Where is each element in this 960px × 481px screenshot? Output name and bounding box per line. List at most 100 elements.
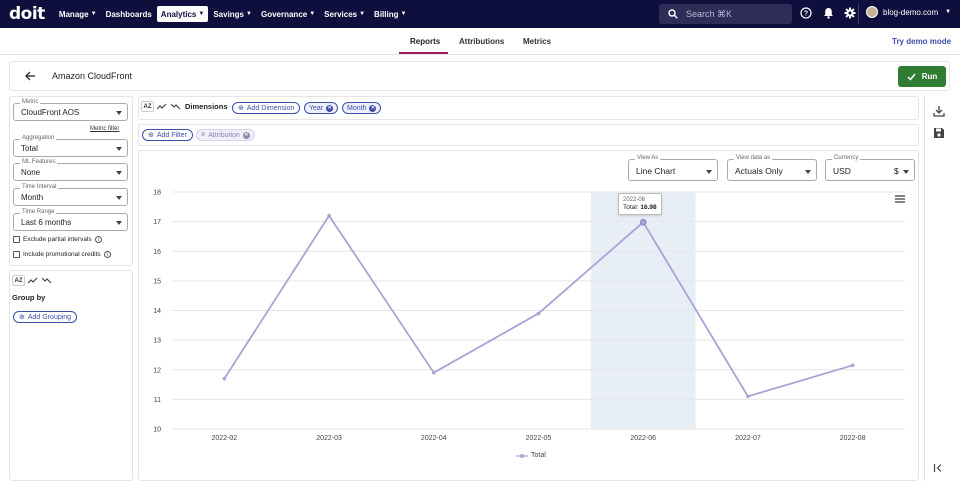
info-icon[interactable]: i: [94, 236, 102, 243]
trend-up-icon[interactable]: [26, 275, 39, 286]
account-menu[interactable]: blog-demo.com ▼: [866, 6, 951, 18]
exclude-partial-intervals-checkbox[interactable]: Exclude partial intervals i: [13, 236, 102, 243]
nav-dashboards[interactable]: Dashboards: [102, 6, 156, 22]
checkbox-box[interactable]: [13, 236, 20, 243]
y-tick-label: 10: [153, 427, 161, 434]
chip-label: Year: [309, 104, 324, 112]
run-button[interactable]: Run: [898, 66, 946, 87]
chevron-down-icon: ▼: [246, 11, 252, 17]
help-icon[interactable]: ?: [799, 6, 813, 20]
trend-up-icon[interactable]: [155, 101, 168, 112]
time-range-select[interactable]: Time Range Last 6 months: [13, 209, 128, 231]
report-title-bar: Amazon CloudFront Run: [9, 61, 950, 91]
dimensions-bar: AZ Dimensions ⊕ Add Dimension Year ✕ Mon…: [138, 96, 919, 120]
metric-filter-link[interactable]: Metric filter: [90, 126, 119, 132]
report-config-panel: Metric CloudFront AOS Metric filter Aggr…: [9, 96, 133, 266]
checkmark-icon: [907, 73, 916, 81]
legend-label-total: Total: [531, 452, 546, 459]
chart-tooltip: 2022-06 Total: 16.98: [618, 193, 662, 215]
group-by-heading: Group by: [12, 293, 46, 302]
notifications-bell-icon[interactable]: [821, 6, 835, 20]
caret-down-icon: [116, 196, 122, 200]
ml-features-value: None: [21, 168, 41, 177]
caret-down-icon: [116, 221, 122, 225]
nav-label: Governance: [260, 9, 308, 19]
trend-down-icon[interactable]: [169, 101, 182, 112]
sort-az-icon[interactable]: AZ: [141, 101, 154, 112]
filter-icon: ⩸: [201, 131, 206, 138]
remove-icon[interactable]: ✕: [326, 104, 334, 112]
data-point: [639, 218, 647, 226]
chart-legend[interactable]: Total: [516, 452, 546, 459]
time-interval-label: Time Interval: [20, 184, 59, 190]
report-title[interactable]: Amazon CloudFront: [52, 71, 132, 81]
tooltip-date: 2022-06: [623, 197, 646, 203]
trend-down-icon[interactable]: [40, 275, 53, 286]
time-range-value: Last 6 months: [21, 218, 72, 227]
download-icon[interactable]: [933, 105, 945, 119]
legend-marker: [516, 453, 528, 458]
main-nav: Manage ▼ Dashboards Analytics ▼ Savings ▼ Gover…: [55, 0, 412, 28]
y-tick-label: 15: [153, 278, 161, 285]
nav-label: Manage: [58, 9, 89, 19]
search-icon: [668, 9, 678, 19]
add-filter-label: Add Filter: [156, 131, 187, 139]
nav-billing[interactable]: Billing ▼: [370, 6, 410, 22]
right-action-bar: [924, 96, 960, 481]
tab-metrics[interactable]: Metrics: [523, 37, 551, 46]
nav-label: Analytics: [160, 9, 197, 19]
ml-features-select[interactable]: ML Features None: [13, 159, 128, 181]
dimension-chip-year[interactable]: Year ✕: [304, 102, 339, 114]
info-icon[interactable]: i: [103, 251, 111, 258]
filters-bar: ⊕ Add Filter ⩸ Attribution ✕: [138, 124, 919, 146]
try-demo-mode-link[interactable]: Try demo mode: [892, 37, 951, 46]
exclude-partial-label: Exclude partial intervals: [23, 236, 92, 243]
top-icons: ?: [799, 6, 857, 20]
add-grouping-button[interactable]: ⊕ Add Grouping: [13, 311, 78, 323]
nav-manage[interactable]: Manage ▼: [55, 6, 101, 22]
nav-governance[interactable]: Governance ▼: [257, 6, 319, 22]
caret-down-icon: [116, 171, 122, 175]
tab-attributions[interactable]: Attributions: [459, 37, 504, 46]
line-chart[interactable]: 10 11 12 13 14 15 16 17 18 2022-02 2022-03 2022-04 2…: [139, 151, 918, 480]
remove-icon[interactable]: ✕: [369, 104, 377, 112]
aggregation-select[interactable]: Aggregation Total: [13, 135, 128, 157]
data-point: [222, 376, 227, 381]
search-placeholder: Search ⌘K: [686, 8, 733, 19]
collapse-panel-icon[interactable]: [933, 463, 943, 475]
y-tick-label: 18: [153, 190, 161, 197]
data-point: [431, 370, 436, 375]
grouping-view-toggle: AZ: [12, 275, 53, 286]
dimension-chip-month[interactable]: Month ✕: [342, 102, 382, 114]
nav-analytics[interactable]: Analytics ▼: [156, 6, 209, 22]
settings-gear-icon[interactable]: [843, 6, 857, 20]
metric-select[interactable]: Metric CloudFront AOS: [13, 99, 128, 121]
nav-services[interactable]: Services ▼: [320, 6, 369, 22]
tab-reports[interactable]: Reports: [410, 37, 440, 46]
search-box[interactable]: Search ⌘K: [659, 4, 792, 24]
dimensions-label: Dimensions: [185, 102, 228, 111]
x-tick-label: 2022-03: [316, 435, 342, 442]
save-icon[interactable]: [933, 127, 945, 141]
nav-savings[interactable]: Savings ▼: [209, 6, 256, 22]
metric-label: Metric: [20, 99, 41, 105]
x-tick-label: 2022-04: [421, 435, 447, 442]
plus-icon: ⊕: [19, 314, 25, 321]
caret-down-icon: [116, 111, 122, 115]
nav-label: Billing: [374, 9, 399, 19]
time-interval-select[interactable]: Time Interval Month: [13, 184, 128, 206]
analytics-tabs: Reports Attributions Metrics: [0, 28, 960, 55]
include-promotional-credits-checkbox[interactable]: Include promotional credits i: [13, 251, 111, 258]
add-filter-button[interactable]: ⊕ Add Filter: [142, 129, 193, 141]
doit-logo[interactable]: doit: [9, 4, 45, 24]
chevron-down-icon: ▼: [309, 11, 316, 17]
remove-icon[interactable]: ✕: [242, 131, 250, 139]
x-tick-label: 2022-05: [526, 435, 552, 442]
filter-chip-attribution[interactable]: ⩸ Attribution ✕: [196, 129, 255, 141]
add-dimension-button[interactable]: ⊕ Add Dimension: [232, 102, 301, 114]
back-arrow-icon[interactable]: [24, 70, 36, 84]
chevron-down-icon: ▼: [198, 11, 205, 17]
checkbox-box[interactable]: [13, 251, 20, 258]
chevron-down-icon: ▼: [359, 11, 366, 17]
sort-az-icon[interactable]: AZ: [12, 275, 25, 286]
